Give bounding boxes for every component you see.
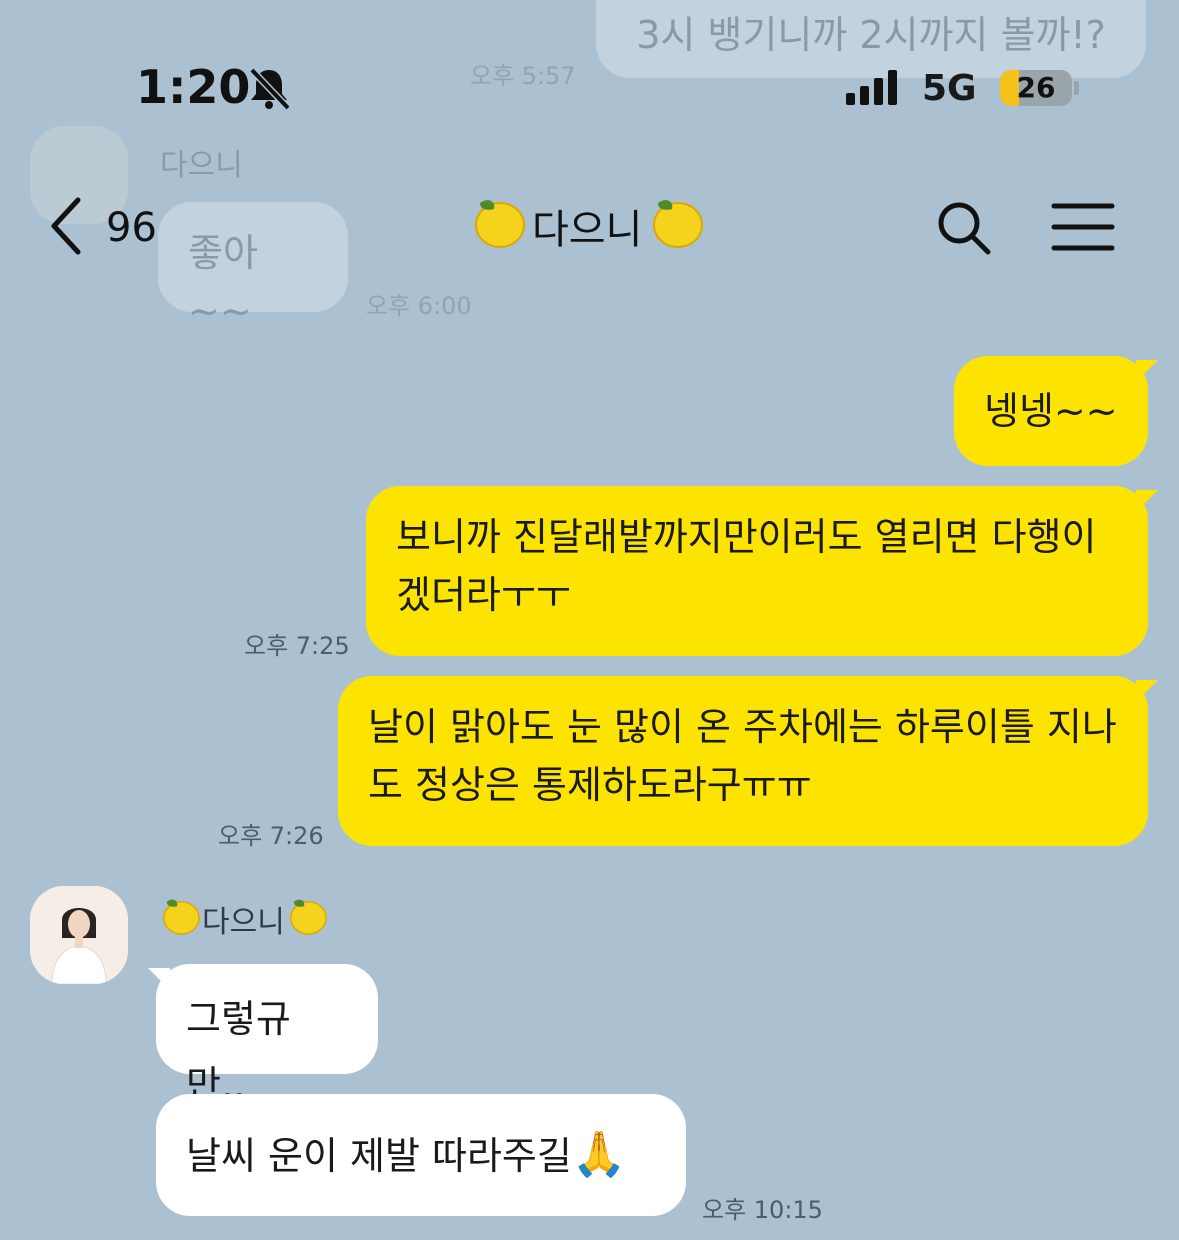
chat-title: 다으니 xyxy=(468,196,706,256)
my-message-bubble[interactable]: 날이 맑아도 눈 많이 온 주차에는 하루이틀 지나 도 정상은 통제하도라구ㅠ… xyxy=(338,676,1148,846)
network-label: 5G xyxy=(922,68,977,109)
friend-message-text: 날씨 운이 제발 따라주길 xyxy=(186,1134,572,1178)
faded-time: 오후 6:00 xyxy=(366,292,472,320)
my-message-bubble[interactable]: 보니까 진달래밭까지만이러도 열리면 다행이 겠더라ㅜㅜ xyxy=(366,486,1148,656)
bubble-tail xyxy=(1136,360,1158,382)
faded-sender: 다으니 xyxy=(160,140,243,184)
friend-message-bubble[interactable]: 그렇규만,, xyxy=(156,964,378,1107)
friend-sender: 다으니 xyxy=(158,896,329,942)
bubble-tail xyxy=(1136,490,1158,512)
battery-cap xyxy=(1074,81,1079,95)
faded-top-bubble: 3시 뱅기니까 2시까지 볼까!? xyxy=(596,0,1146,78)
friend-sender-name: 다으니 xyxy=(202,905,285,940)
faded-top-message: 3시 뱅기니까 2시까지 볼까!? xyxy=(636,13,1106,57)
search-icon xyxy=(934,202,994,262)
faded-sender-name: 다으니 xyxy=(160,148,243,183)
bell-muted-icon xyxy=(246,66,292,114)
my-message-line: 겠더라ㅜㅜ xyxy=(396,573,571,617)
avatar[interactable] xyxy=(30,886,128,984)
chevron-left-icon xyxy=(48,196,84,260)
battery-icon: 26 xyxy=(1000,70,1072,106)
faded-bubble: 좋아~~ xyxy=(158,202,348,333)
my-message-text: 넹넹~~ xyxy=(984,389,1118,433)
back-count: 96 xyxy=(106,205,157,251)
lemon-icon xyxy=(285,893,329,945)
my-message-bubble[interactable]: 넹넹~~ xyxy=(954,356,1148,466)
lemon-icon xyxy=(158,893,202,945)
battery-level: 26 xyxy=(1016,71,1056,104)
hamburger-menu-icon xyxy=(1050,203,1116,258)
search-button[interactable] xyxy=(934,198,994,262)
faded-top-time: 오후 5:57 xyxy=(470,62,576,90)
folded-hands-icon: 🙏 xyxy=(571,1129,627,1180)
lemon-icon xyxy=(468,191,528,261)
my-message-line: 날이 맑아도 눈 많이 온 주차에는 하루이틀 지나 xyxy=(368,705,1117,749)
back-button[interactable]: 96 xyxy=(48,196,157,260)
faded-message: 좋아~~ xyxy=(188,231,258,333)
bubble-tail xyxy=(1136,680,1158,702)
signal-icon xyxy=(846,70,902,106)
message-time: 오후 7:26 xyxy=(218,822,324,850)
chat-title-text: 다으니 xyxy=(532,207,643,253)
message-time: 오후 10:15 xyxy=(702,1196,823,1224)
my-message-line: 도 정상은 통제하도라구ㅠㅠ xyxy=(368,763,812,807)
profile-photo-icon xyxy=(30,886,128,984)
my-message-line: 보니까 진달래밭까지만이러도 열리면 다행이 xyxy=(396,515,1097,559)
friend-message-bubble[interactable]: 날씨 운이 제발 따라주길🙏 xyxy=(156,1094,686,1216)
menu-button[interactable] xyxy=(1050,200,1116,258)
status-time: 1:20 xyxy=(136,60,251,114)
message-time: 오후 7:25 xyxy=(244,632,350,660)
lemon-icon xyxy=(646,191,706,261)
friend-message-text: 그렇규만,, xyxy=(186,997,291,1107)
